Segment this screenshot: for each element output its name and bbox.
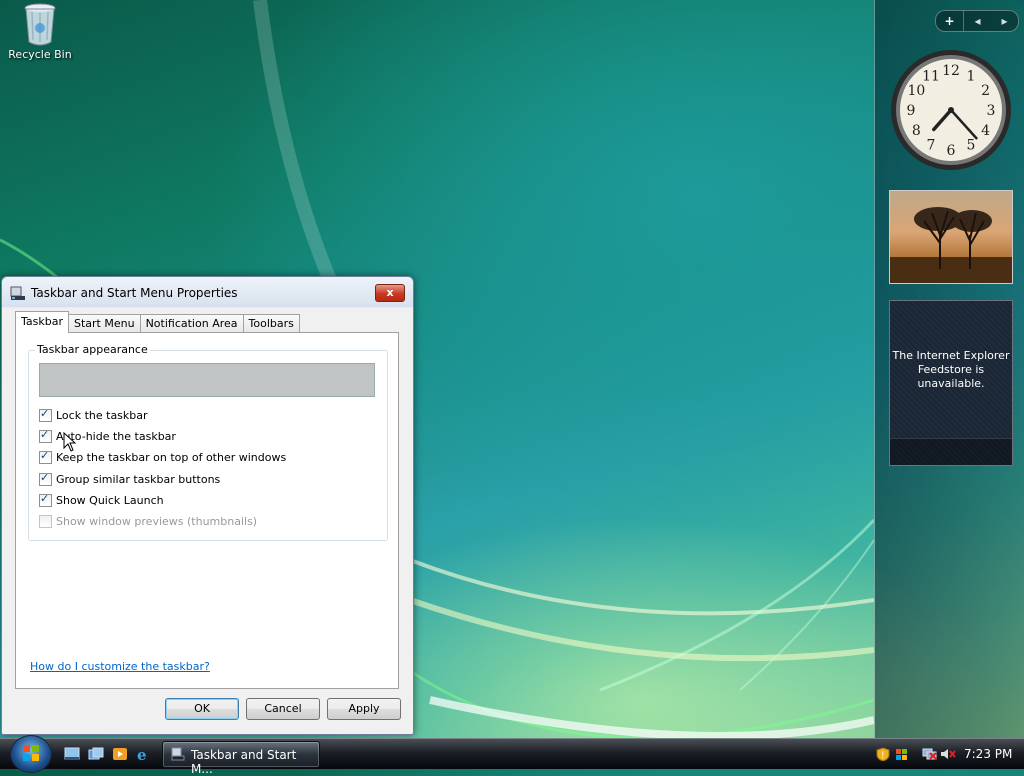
taskbar-window-button[interactable]: Taskbar and Start M... — [162, 741, 320, 776]
clock-numeral: 3 — [987, 103, 996, 119]
checkbox-box[interactable] — [39, 428, 52, 443]
clock-numeral: 4 — [981, 123, 990, 139]
checkbox-box[interactable] — [39, 514, 52, 528]
cancel-button[interactable]: Cancel — [246, 698, 320, 720]
window-button-label: Taskbar and Start M... — [191, 748, 297, 776]
tab-toolbars[interactable]: Toolbars — [242, 314, 300, 333]
title-bar[interactable]: Taskbar and Start Menu Properties x — [2, 277, 413, 307]
internet-explorer-icon[interactable]: e — [136, 746, 152, 764]
windows-logo-icon — [23, 745, 39, 761]
windows-update-icon[interactable] — [894, 747, 910, 761]
keep-on-top-checkbox[interactable]: Keep the taskbar on top of other windows — [39, 449, 286, 465]
clock-numeral: 10 — [907, 83, 925, 99]
clock-numeral: 2 — [981, 83, 990, 99]
sidebar-prev-button[interactable]: ◂ — [964, 11, 991, 31]
recycle-bin-label: Recycle Bin — [8, 48, 72, 61]
recycle-bin-icon — [23, 2, 57, 46]
checkbox-label: Lock the taskbar — [56, 408, 148, 422]
taskbar-clock[interactable]: 7:23 PM — [964, 747, 1012, 761]
tab-strip: Taskbar Start Menu Notification Area Too… — [15, 311, 300, 333]
tab-start-menu[interactable]: Start Menu — [68, 314, 141, 333]
close-button[interactable]: x — [375, 284, 405, 302]
clock-numeral: 1 — [967, 68, 976, 84]
dialog-title: Taskbar and Start Menu Properties — [31, 286, 238, 300]
clock-gadget[interactable]: 12 1 2 3 4 5 6 7 8 9 10 11 — [889, 48, 1013, 172]
clock-numeral: 9 — [907, 103, 916, 119]
checkbox-label: Show window previews (thumbnails) — [56, 514, 258, 528]
clock-numeral: 8 — [912, 123, 921, 139]
taskbar-appearance-group: Taskbar appearance Lock the taskbar Auto… — [28, 343, 388, 541]
group-title: Taskbar appearance — [35, 343, 150, 356]
start-button[interactable] — [10, 735, 52, 773]
taskbar-properties-dialog: Taskbar and Start Menu Properties x Task… — [1, 276, 414, 735]
checkbox-box[interactable] — [39, 449, 52, 464]
notification-area: ! 7:23 PM — [868, 741, 1024, 767]
switch-windows-icon[interactable] — [88, 747, 104, 761]
show-desktop-icon[interactable] — [64, 747, 80, 761]
slideshow-gadget[interactable] — [889, 190, 1013, 284]
tab-taskbar[interactable]: Taskbar — [15, 311, 69, 333]
sidebar-controls: + ◂ ▸ — [935, 10, 1019, 32]
clock-numeral: 6 — [947, 143, 956, 159]
feed-error-message: The Internet Explorer Feedstore is unava… — [892, 349, 1010, 390]
window-previews-checkbox[interactable]: Show window previews (thumbnails) — [39, 513, 257, 529]
windows-sidebar: + ◂ ▸ 12 1 2 3 4 5 6 7 8 9 10 11 The Inter — [874, 0, 1024, 738]
customize-help-link[interactable]: How do I customize the taskbar? — [30, 660, 210, 673]
media-player-icon[interactable] — [112, 747, 128, 761]
ok-button[interactable]: OK — [165, 698, 239, 720]
checkbox-label: Group similar taskbar buttons — [56, 472, 221, 486]
clock-numeral: 7 — [927, 138, 936, 154]
clock-numeral: 12 — [942, 63, 960, 79]
feed-footer — [890, 438, 1012, 465]
taskbar-properties-icon — [171, 747, 185, 761]
svg-text:e: e — [137, 747, 147, 761]
clock-numeral: 5 — [967, 138, 976, 154]
security-shield-icon[interactable]: ! — [876, 747, 892, 762]
tree-photo — [890, 207, 1012, 283]
volume-muted-icon[interactable] — [940, 747, 956, 761]
sidebar-next-button[interactable]: ▸ — [991, 11, 1018, 31]
network-disconnected-icon[interactable] — [922, 747, 938, 761]
apply-button[interactable]: Apply — [327, 698, 401, 720]
lock-taskbar-checkbox[interactable]: Lock the taskbar — [39, 407, 148, 423]
taskbar-properties-icon — [10, 285, 26, 301]
add-gadget-button[interactable]: + — [936, 11, 964, 31]
recycle-bin-shortcut[interactable]: Recycle Bin — [4, 2, 76, 61]
taskbar-preview — [39, 363, 375, 397]
tab-notification-area[interactable]: Notification Area — [139, 314, 244, 333]
checkbox-box[interactable] — [39, 492, 52, 507]
taskbar: e Taskbar and Start M... ! 7:23 PM — [0, 735, 1024, 776]
svg-text:!: ! — [881, 751, 885, 761]
group-buttons-checkbox[interactable]: Group similar taskbar buttons — [39, 471, 220, 487]
checkbox-label: Show Quick Launch — [56, 493, 164, 507]
tab-panel: Taskbar appearance Lock the taskbar Auto… — [15, 332, 399, 689]
checkbox-box[interactable] — [39, 407, 52, 422]
checkbox-label: Keep the taskbar on top of other windows — [56, 450, 287, 464]
checkbox-label: Auto-hide the taskbar — [56, 429, 176, 443]
auto-hide-checkbox[interactable]: Auto-hide the taskbar — [39, 428, 176, 444]
quick-launch-checkbox[interactable]: Show Quick Launch — [39, 492, 164, 508]
checkbox-box[interactable] — [39, 471, 52, 486]
feed-headlines-gadget[interactable]: The Internet Explorer Feedstore is unava… — [889, 300, 1013, 466]
clock-numeral: 11 — [922, 68, 940, 84]
